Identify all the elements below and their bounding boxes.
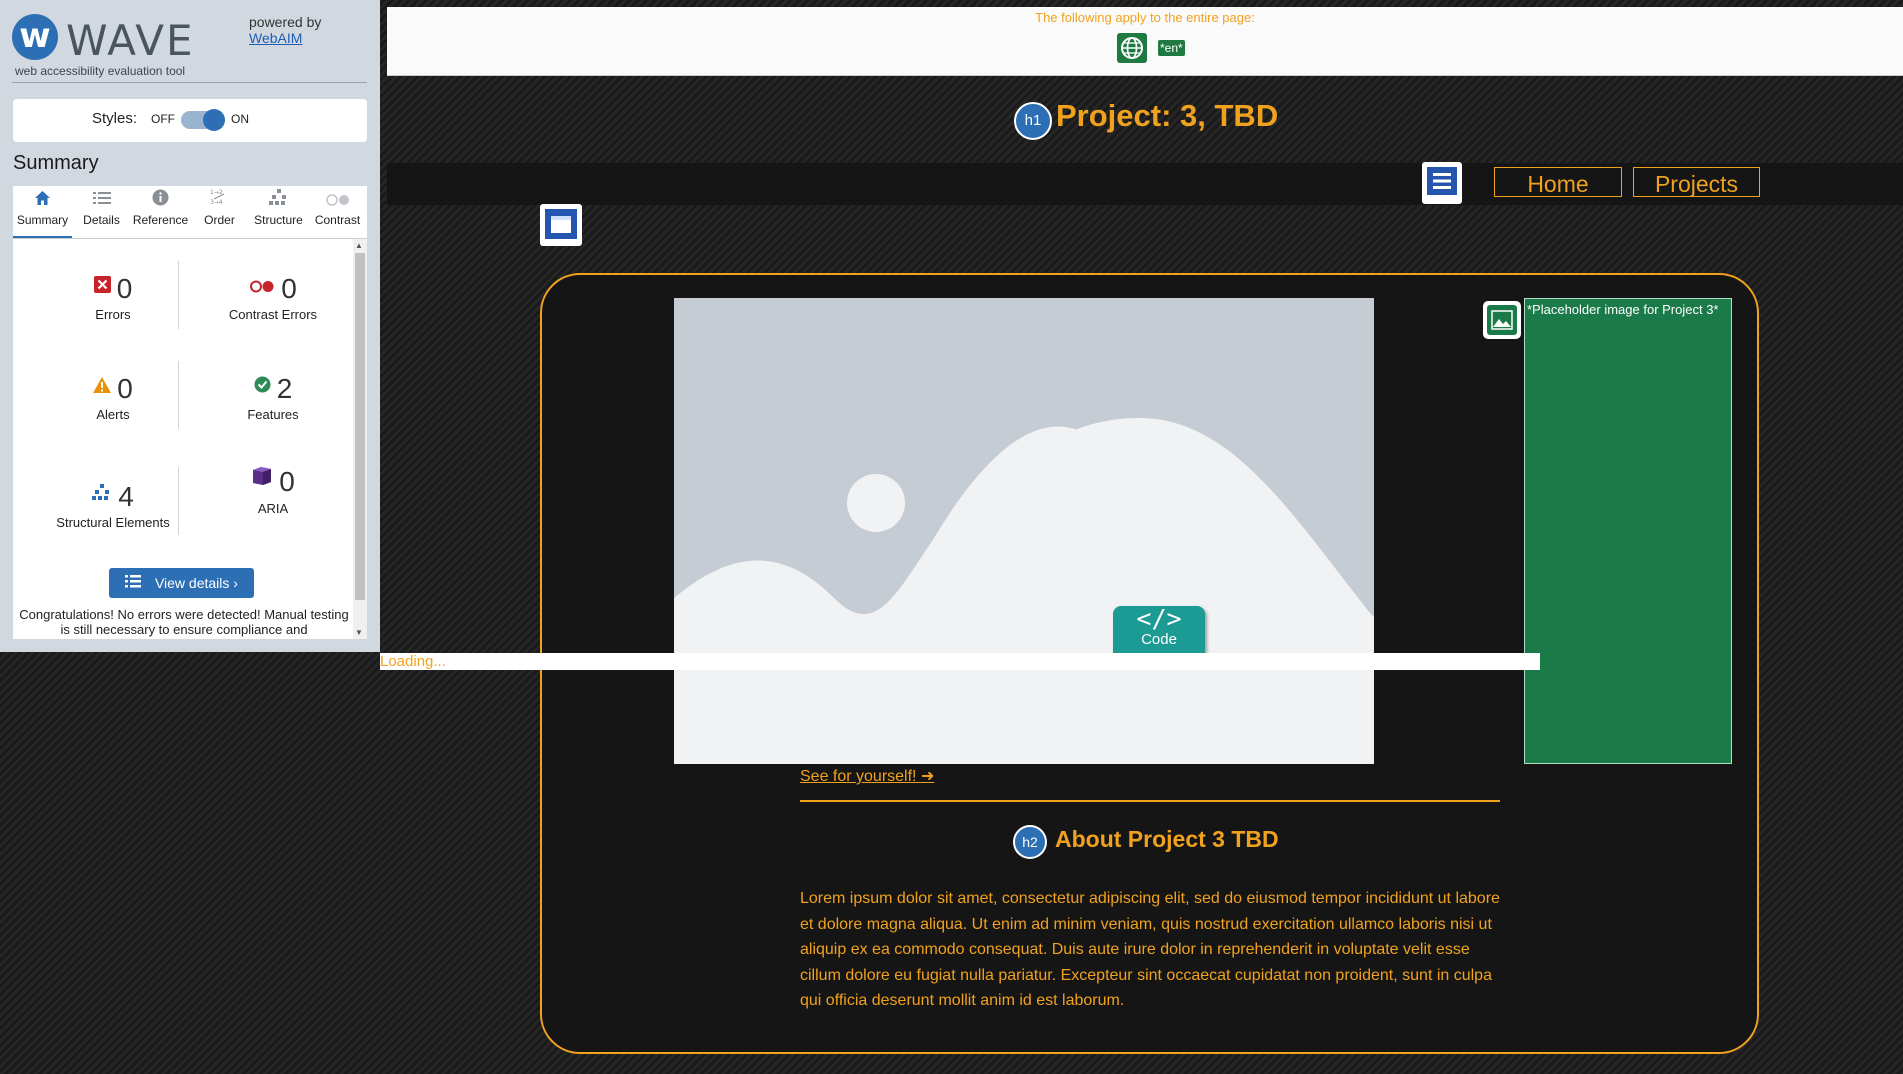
tab-structure[interactable]: Structure <box>249 186 308 238</box>
alerts-stat[interactable]: 0 Alerts <box>33 373 193 422</box>
view-details-label: View details › <box>154 575 238 591</box>
image-alt-marker-icon[interactable] <box>1483 301 1521 339</box>
errors-count: 0 <box>116 273 133 304</box>
powered-by: powered by WebAIM <box>249 14 321 46</box>
structural-elements-stat[interactable]: 4 Structural Elements <box>33 481 193 530</box>
image-icon <box>1487 305 1517 335</box>
structure-icon <box>249 186 308 212</box>
window-icon-pane <box>551 216 571 233</box>
page-title: Project: 3, TBD <box>1056 98 1279 133</box>
tab-summary[interactable]: Summary <box>13 186 72 238</box>
divider <box>800 800 1500 802</box>
about-paragraph: Lorem ipsum dolor sit amet, consectetur … <box>800 890 1500 1009</box>
window-icon <box>545 209 577 239</box>
structure-icon <box>92 481 112 513</box>
alerts-label: Alerts <box>96 407 130 422</box>
h1-marker-icon[interactable]: h1 <box>1014 102 1052 140</box>
list-icon <box>72 186 131 212</box>
wave-sidebar: w WAVE web accessibility evaluation tool… <box>0 0 380 652</box>
aria-cube-icon <box>251 465 273 499</box>
features-stat[interactable]: 2 Features <box>193 373 353 422</box>
alert-icon <box>93 373 112 405</box>
nav-home-link[interactable]: Home <box>1494 167 1622 197</box>
code-icon: </> <box>1136 604 1182 633</box>
page-wide-banner: The following apply to the entire page: … <box>387 7 1903 76</box>
svg-text:3→4: 3→4 <box>210 199 223 206</box>
styles-label: Styles: <box>92 110 138 127</box>
wave-tagline: web accessibility evaluation tool <box>15 64 186 78</box>
error-icon <box>93 273 111 305</box>
scroll-up-arrow-icon[interactable]: ▲ <box>355 241 363 250</box>
tab-reference[interactable]: Reference <box>131 186 190 238</box>
contrast-errors-count: 0 <box>281 273 297 304</box>
summary-panel: 0 Errors 0 Contrast Errors 0 Alerts 2 Fe… <box>13 239 367 639</box>
summary-scrollbar[interactable]: ▲ ▼ <box>353 239 367 639</box>
scroll-down-arrow-icon[interactable]: ▼ <box>355 628 363 637</box>
aria-stat[interactable]: 0 ARIA <box>193 466 353 516</box>
list-icon <box>125 575 145 591</box>
styles-toggle-box: Styles: OFF ON <box>13 99 367 142</box>
contrast-errors-stat[interactable]: 0 Contrast Errors <box>193 273 353 322</box>
powered-by-label: powered by <box>249 14 322 30</box>
navigation-marker-icon[interactable] <box>1422 162 1462 204</box>
features-label: Features <box>247 407 299 422</box>
toggle-knob <box>203 109 225 131</box>
info-icon <box>131 186 190 212</box>
aria-count: 0 <box>279 466 295 497</box>
order-icon: 1→2 3→4 <box>190 186 249 212</box>
landscape-placeholder-icon <box>674 298 1374 764</box>
tab-order[interactable]: 1→2 3→4 Order <box>190 186 249 238</box>
errors-stat[interactable]: 0 Errors <box>33 273 193 322</box>
code-badge[interactable]: </> Code <box>1113 606 1205 654</box>
contrast-icon <box>308 186 367 212</box>
alerts-count: 0 <box>117 373 133 404</box>
loading-bar: Loading... <box>380 653 1540 670</box>
menu-icon <box>1427 167 1457 195</box>
tab-contrast[interactable]: Contrast <box>308 186 367 238</box>
wave-logo-icon: w <box>12 14 58 60</box>
globe-icon[interactable] <box>1117 33 1147 63</box>
divider <box>12 82 367 83</box>
region-marker-icon[interactable] <box>540 204 582 246</box>
styles-on-label: ON <box>231 112 249 126</box>
summary-heading: Summary <box>13 152 99 174</box>
congrats-message: Congratulations! No errors were detected… <box>19 607 349 637</box>
see-for-yourself-link[interactable]: See for yourself! ➜ <box>800 766 934 786</box>
loading-text: Loading... <box>380 653 446 670</box>
language-tag: *en* <box>1158 40 1185 56</box>
wave-tabs: Summary Details Reference 1→2 3→4 Order S… <box>13 186 367 239</box>
styles-toggle-switch[interactable] <box>181 109 225 131</box>
structural-label: Structural Elements <box>56 515 170 530</box>
tab-details[interactable]: Details <box>72 186 131 238</box>
nav-projects-link[interactable]: Projects <box>1633 167 1760 197</box>
image-alt-text: *Placeholder image for Project 3* <box>1524 298 1732 764</box>
errors-label: Errors <box>95 307 131 322</box>
svg-text:1→2: 1→2 <box>210 189 223 196</box>
h2-marker-icon[interactable]: h2 <box>1013 825 1047 859</box>
project-placeholder-image <box>674 298 1374 764</box>
styles-off-label: OFF <box>151 112 175 126</box>
banner-text: The following apply to the entire page: <box>1035 10 1255 25</box>
wave-logo-text: WAVE <box>66 16 195 65</box>
features-count: 2 <box>276 373 293 404</box>
contrast-errors-label: Contrast Errors <box>228 307 318 322</box>
scroll-thumb[interactable] <box>355 253 365 600</box>
home-icon <box>13 186 72 212</box>
code-label: Code <box>1141 631 1177 648</box>
webaim-link[interactable]: WebAIM <box>249 30 302 46</box>
structural-count: 4 <box>118 481 134 512</box>
aria-label: ARIA <box>257 501 289 516</box>
contrast-error-icon <box>249 273 275 305</box>
view-details-button[interactable]: View details › <box>109 568 254 598</box>
about-heading: About Project 3 TBD <box>1055 826 1279 852</box>
feature-check-icon <box>254 373 271 405</box>
